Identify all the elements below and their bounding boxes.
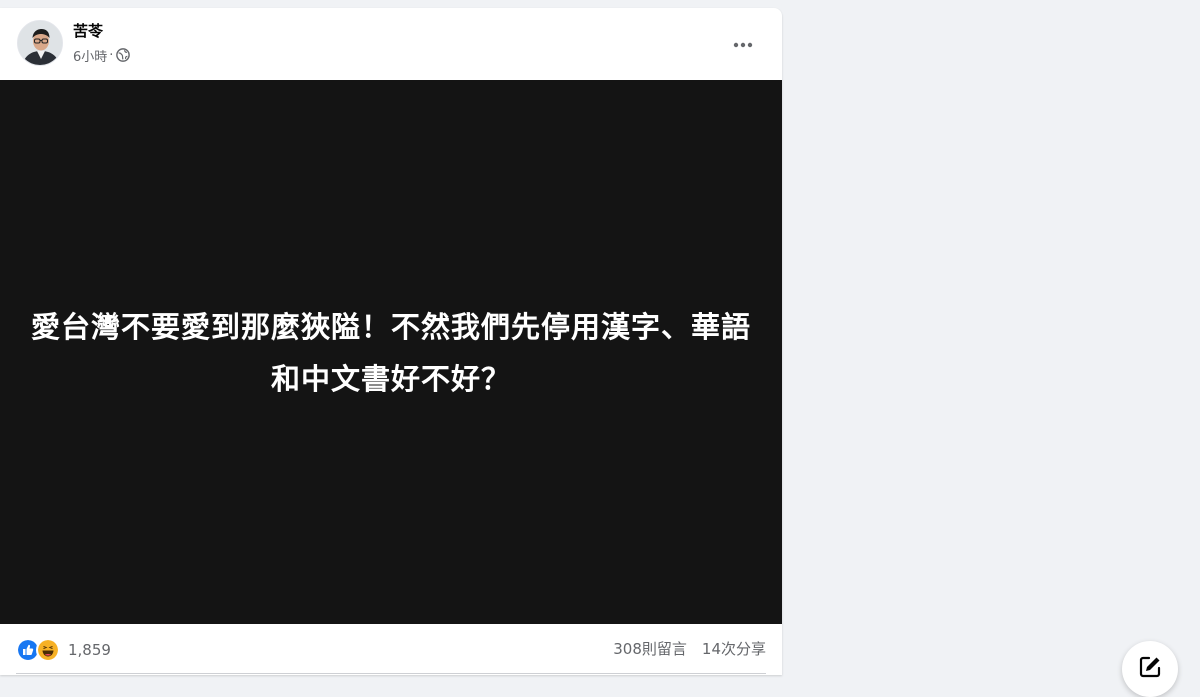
meta-separator: · — [109, 47, 114, 63]
post-header: 苦苓 6小時 · — [0, 8, 782, 79]
reaction-icons[interactable] — [16, 638, 60, 662]
post-timestamp[interactable]: 6小時 — [73, 46, 107, 65]
new-message-icon — [1139, 656, 1161, 678]
globe-icon[interactable] — [116, 48, 131, 62]
post-stats-bar: 1,859 308則留言 14次分享 — [16, 624, 766, 674]
share-count[interactable]: 14次分享 — [702, 639, 766, 659]
author-avatar[interactable] — [17, 20, 63, 66]
more-options-button[interactable] — [726, 28, 760, 62]
engagement-stats: 308則留言 14次分享 — [613, 639, 766, 659]
post-media[interactable]: 愛台灣不要愛到那麼狹隘！不然我們先停用漢字、華語和中文書好不好？ — [0, 80, 782, 624]
more-horizontal-icon — [733, 42, 753, 48]
haha-reaction-icon — [36, 638, 60, 662]
post-card: 苦苓 6小時 · 愛台灣不要愛到那麼狹隘！不然我們先停用漢字、華語和中文書好不好… — [0, 8, 782, 675]
avatar-photo — [18, 21, 62, 65]
comment-count[interactable]: 308則留言 — [613, 639, 687, 659]
media-text: 愛台灣不要愛到那麼狹隘！不然我們先停用漢字、華語和中文書好不好？ — [31, 310, 752, 396]
new-message-button[interactable] — [1122, 641, 1178, 697]
reaction-count[interactable]: 1,859 — [68, 640, 111, 660]
post-meta: 6小時 · — [73, 46, 131, 65]
author-name[interactable]: 苦苓 — [73, 21, 103, 41]
